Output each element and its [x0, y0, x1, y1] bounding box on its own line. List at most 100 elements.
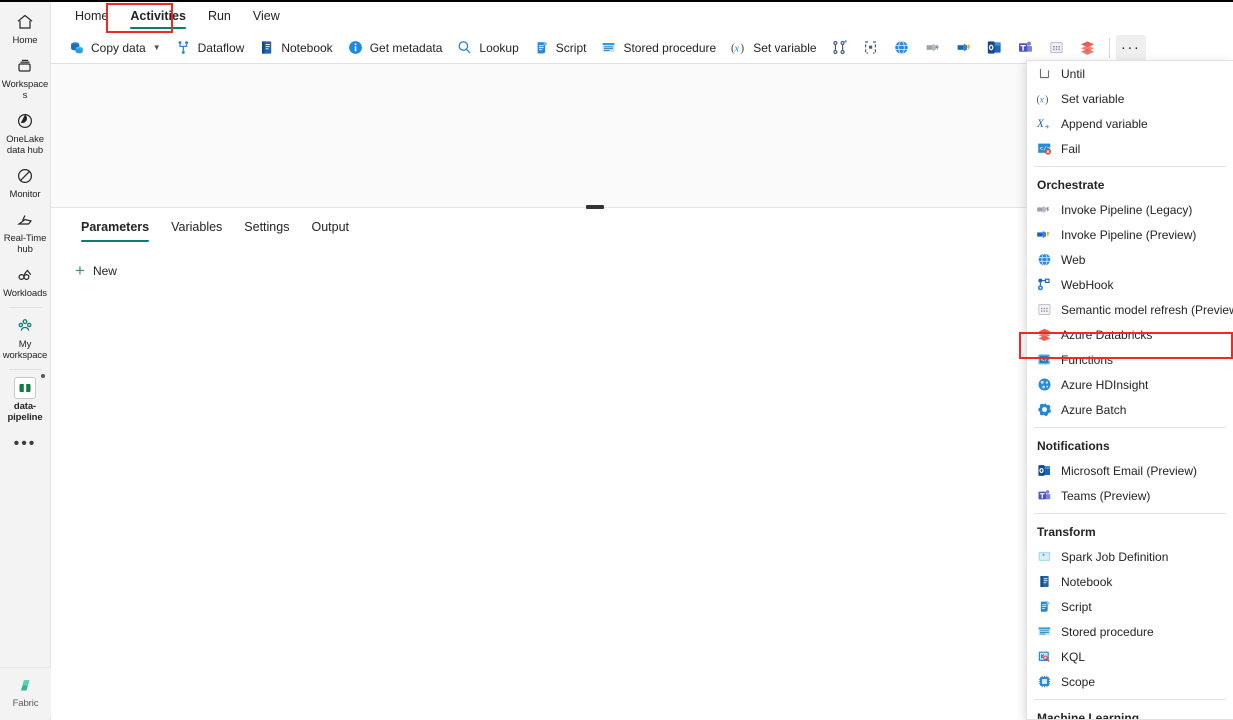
flyout-item-label: Set variable: [1061, 91, 1125, 106]
flyout-item-functions[interactable]: </> Functions: [1027, 347, 1233, 372]
flyout-item-azure-databricks[interactable]: Azure Databricks: [1027, 322, 1233, 347]
lookup-label: Lookup: [479, 40, 519, 55]
flyout-item-append-variable[interactable]: X + Append variable: [1027, 111, 1233, 136]
sidebar-item-workspaces[interactable]: Workspaces: [0, 50, 51, 105]
tab-output[interactable]: Output: [300, 213, 360, 243]
get-metadata-button[interactable]: Get metadata: [340, 35, 450, 61]
flyout-item-teams[interactable]: Teams (Preview): [1027, 483, 1233, 508]
until-icon: [1036, 66, 1052, 82]
flyout-item-label: Script: [1061, 599, 1092, 614]
tab-settings[interactable]: Settings: [233, 213, 300, 243]
script-icon: [533, 39, 550, 56]
teams-button[interactable]: [1010, 35, 1041, 61]
stored-procedure-button[interactable]: Stored procedure: [593, 35, 723, 61]
new-parameter-label: New: [92, 263, 117, 278]
flyout-item-label: Microsoft Email (Preview): [1061, 463, 1198, 478]
tab-variables[interactable]: Variables: [160, 213, 233, 243]
get-metadata-icon: [347, 39, 364, 56]
flyout-item-until[interactable]: Until: [1027, 61, 1233, 86]
tab-parameters[interactable]: Parameters: [70, 213, 160, 243]
set-variable-button[interactable]: ( x ) Set variable: [723, 35, 823, 61]
sidebar-label: Workspaces: [1, 79, 49, 101]
sidebar-item-workloads[interactable]: Workloads: [0, 259, 51, 303]
flyout-item-azure-batch[interactable]: Azure Batch: [1027, 397, 1233, 422]
set-variable-icon: ( x ): [730, 39, 747, 56]
invoke-pipeline-legacy-button[interactable]: [917, 35, 948, 61]
sidebar-label: My workspace: [2, 339, 48, 361]
azure-databricks-icon: [1036, 327, 1052, 343]
lookup-button[interactable]: Lookup: [449, 35, 525, 61]
notebook-button[interactable]: Notebook: [251, 35, 339, 61]
flyout-item-script[interactable]: Script: [1027, 594, 1233, 619]
dataflow-button[interactable]: Dataflow: [168, 35, 252, 61]
sidebar-label: Home: [12, 35, 38, 46]
append-variable-icon: X +: [1036, 116, 1052, 132]
copy-data-button[interactable]: Copy data ▼: [61, 35, 168, 61]
new-parameter-button[interactable]: + New: [73, 258, 125, 283]
foreach-button[interactable]: [855, 35, 886, 61]
svg-text:): ): [741, 42, 745, 54]
flyout-item-set-variable[interactable]: ( x ) Set variable: [1027, 86, 1233, 111]
panel-splitter-grip[interactable]: [586, 205, 604, 209]
flyout-item-microsoft-email[interactable]: Microsoft Email (Preview): [1027, 458, 1233, 483]
toolbar-divider: [1108, 37, 1110, 58]
flyout-item-scope[interactable]: Scope: [1027, 669, 1233, 694]
copy-data-label: Copy data: [91, 40, 146, 55]
sidebar-item-real-time-hub[interactable]: Real-Time hub: [0, 204, 51, 259]
notebook-icon: [1036, 574, 1052, 590]
switch-button[interactable]: [824, 35, 855, 61]
fabric-home-button[interactable]: Fabric: [0, 667, 51, 717]
sidebar-item-monitor[interactable]: Monitor: [0, 160, 51, 204]
dataflow-label: Dataflow: [197, 40, 245, 55]
web-button[interactable]: [886, 35, 917, 61]
flyout-item-invoke-pipeline-preview[interactable]: Invoke Pipeline (Preview): [1027, 222, 1233, 247]
flyout-item-label: Spark Job Definition: [1061, 549, 1169, 564]
sidebar-item-my-workspace[interactable]: My workspace: [0, 310, 51, 365]
switch-icon: [831, 39, 848, 56]
left-navigation-rail: Home Workspaces OneLake data hub Monitor…: [0, 2, 51, 720]
flyout-separator-3: [1034, 513, 1226, 514]
set-variable-label: Set variable: [753, 40, 817, 55]
invoke-pipeline-legacy-icon: [1036, 202, 1052, 218]
outlook-button[interactable]: [979, 35, 1010, 61]
sidebar-label: OneLake data hub: [6, 134, 44, 156]
tab-home[interactable]: Home: [64, 3, 119, 31]
azure-databricks-button[interactable]: [1072, 35, 1103, 61]
sidebar-more-button[interactable]: •••: [14, 435, 37, 453]
fail-icon: </>: [1036, 141, 1052, 157]
unsaved-indicator-dot: [41, 374, 45, 378]
flyout-item-label: Teams (Preview): [1061, 488, 1151, 503]
toolbar-overflow-button[interactable]: ···: [1115, 34, 1146, 61]
flyout-item-stored-procedure[interactable]: Stored procedure: [1027, 619, 1233, 644]
sidebar-item-home[interactable]: Home: [0, 6, 51, 50]
functions-icon: </>: [1036, 352, 1052, 368]
flyout-item-notebook[interactable]: Notebook: [1027, 569, 1233, 594]
flyout-item-label: Invoke Pipeline (Preview): [1061, 227, 1197, 242]
get-metadata-label: Get metadata: [369, 40, 443, 55]
flyout-item-web[interactable]: Web: [1027, 247, 1233, 272]
invoke-pipeline-preview-button[interactable]: [948, 35, 979, 61]
flyout-item-azure-hdinsight[interactable]: Azure HDInsight: [1027, 372, 1233, 397]
tab-view[interactable]: View: [242, 3, 291, 31]
sidebar-item-onelake-data-hub[interactable]: OneLake data hub: [0, 105, 51, 160]
teams-icon: [1036, 488, 1052, 504]
fabric-label: Fabric: [12, 698, 39, 709]
flyout-item-semantic-model-refresh[interactable]: Semantic model refresh (Preview): [1027, 297, 1233, 322]
stored-procedure-icon: [1036, 624, 1052, 640]
script-button[interactable]: Script: [526, 35, 594, 61]
tab-activities[interactable]: Activities: [119, 3, 197, 31]
sidebar-item-data-pipeline[interactable]: data-pipeline: [0, 372, 51, 427]
flyout-item-invoke-pipeline-legacy[interactable]: Invoke Pipeline (Legacy): [1027, 197, 1233, 222]
flyout-item-webhook[interactable]: WebHook: [1027, 272, 1233, 297]
tab-run[interactable]: Run: [197, 3, 242, 31]
flyout-item-kql[interactable]: KQL: [1027, 644, 1233, 669]
outlook-icon: [986, 39, 1003, 56]
semantic-model-refresh-button[interactable]: [1041, 35, 1072, 61]
flyout-separator: [1034, 166, 1226, 167]
flyout-item-spark-job-definition[interactable]: * Spark Job Definition: [1027, 544, 1233, 569]
webhook-icon: [1036, 277, 1052, 293]
realtime-hub-icon: [12, 209, 38, 231]
flyout-item-fail[interactable]: </> Fail: [1027, 136, 1233, 161]
notebook-label: Notebook: [281, 40, 333, 55]
flyout-group-machine-learning: Machine Learning: [1037, 710, 1140, 720]
